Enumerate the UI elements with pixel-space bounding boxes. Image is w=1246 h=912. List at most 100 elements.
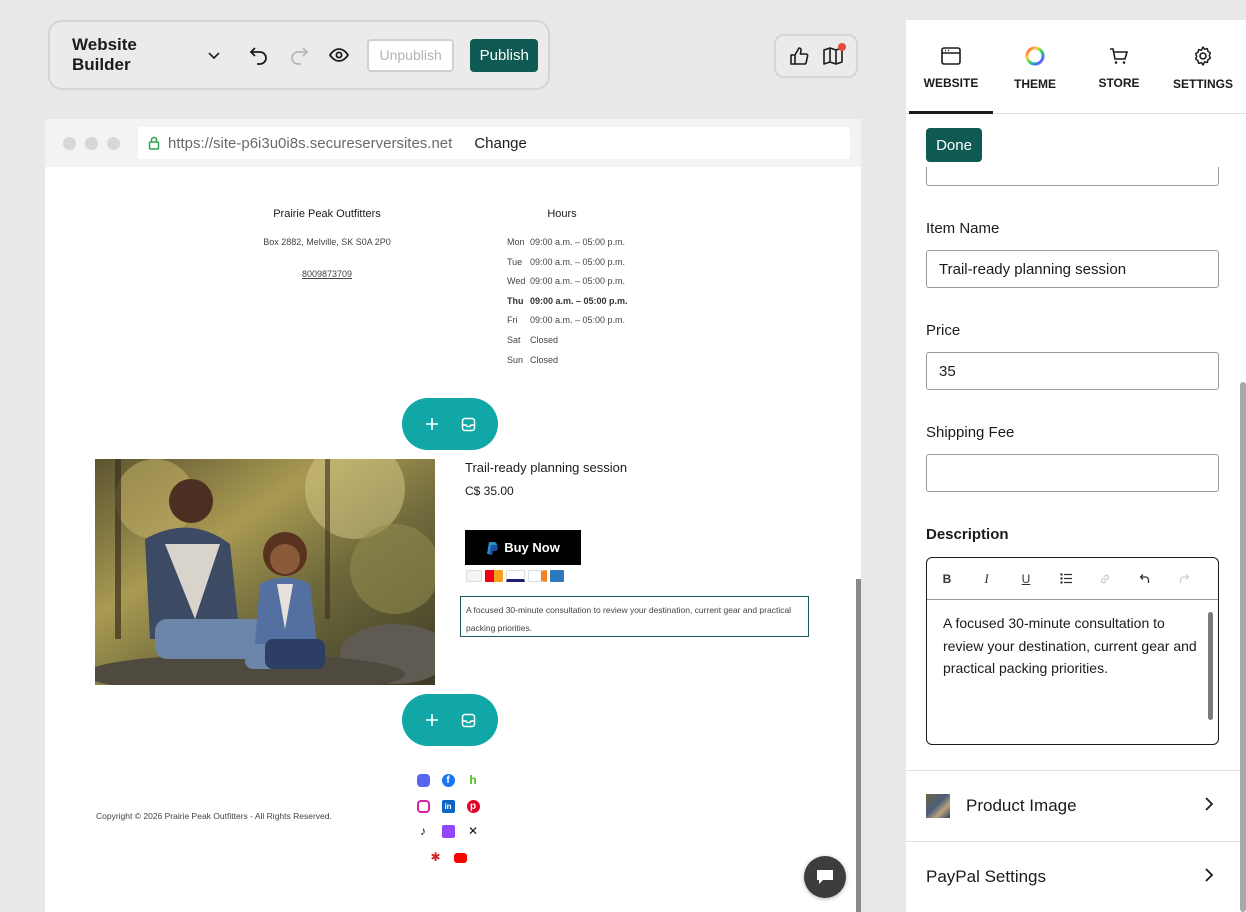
product-image-row[interactable]: Product Image	[906, 770, 1240, 840]
panel-scrollbar[interactable]	[1240, 382, 1246, 912]
hours-row: Tue 09:00 a.m. – 05:00 p.m.	[507, 257, 647, 277]
url-bar: https://site-p6i3u0i8s.secureserversites…	[138, 127, 850, 159]
tab-store[interactable]: STORE	[1077, 20, 1161, 113]
youtube-icon[interactable]	[454, 852, 467, 863]
discord-icon[interactable]	[416, 774, 430, 788]
panel-content: Done Item Name Trail-ready planning sess…	[906, 115, 1246, 912]
yelp-icon[interactable]: ✱	[429, 851, 442, 864]
hours-day: Thu	[507, 295, 524, 306]
hours-title: Hours	[547, 208, 577, 220]
hours-time: 09:00 a.m. – 05:00 p.m.	[530, 315, 626, 326]
redo-icon	[291, 47, 309, 65]
hours-row: Sun Closed	[507, 355, 647, 375]
hours-row: Mon 09:00 a.m. – 05:00 p.m.	[507, 237, 647, 257]
hours-row: Fri 09:00 a.m. – 05:00 p.m.	[507, 315, 647, 335]
bold-button[interactable]: B	[937, 569, 957, 589]
hours-day: Fri	[507, 315, 518, 326]
product-image-label: Product Image	[966, 795, 1077, 815]
list-icon	[1059, 573, 1072, 584]
section-layout-button[interactable]	[455, 411, 481, 437]
chevron-right-icon	[1205, 797, 1214, 811]
linkedin-icon[interactable]: in	[441, 799, 455, 813]
add-section-button[interactable]	[419, 411, 445, 437]
tab-label: STORE	[1098, 75, 1140, 90]
unpublish-button[interactable]: Unpublish	[366, 38, 455, 72]
price-input[interactable]: 35	[926, 352, 1219, 390]
tab-label: WEBSITE	[923, 75, 979, 90]
list-button[interactable]	[1056, 569, 1076, 589]
site-url: https://site-p6i3u0i8s.secureserversites…	[168, 134, 453, 152]
hours-row: Sat Closed	[507, 335, 647, 355]
product-price: C$ 35.00	[465, 484, 514, 498]
brand-label: Website Builder	[72, 35, 137, 74]
description-label: Description	[926, 526, 1009, 543]
site-map-button[interactable]	[821, 43, 846, 68]
website-builder-menu[interactable]: Website Builder	[72, 35, 221, 75]
preview-button[interactable]	[327, 43, 351, 67]
section-icon	[461, 417, 475, 431]
publish-button[interactable]: Publish	[470, 38, 538, 72]
x-icon[interactable]: ✕	[467, 825, 480, 838]
tiktok-icon[interactable]: ♪	[417, 825, 430, 838]
product-description[interactable]: A focused 30-minute consultation to revi…	[460, 596, 809, 637]
gear-icon	[1194, 45, 1212, 66]
product-title: Trail-ready planning session	[465, 460, 628, 475]
eye-icon	[328, 48, 349, 62]
change-domain-link[interactable]: Change	[474, 135, 527, 152]
redo-button[interactable]	[287, 43, 311, 67]
business-address: Box 2882, Melville, SK S0A 2P0	[263, 237, 391, 247]
italic-button[interactable]: I	[977, 569, 997, 589]
paypal-settings-row[interactable]: PayPal Settings	[906, 841, 1240, 911]
instagram-icon[interactable]	[416, 799, 430, 813]
browser-bar: https://site-p6i3u0i8s.secureserversites…	[45, 119, 861, 167]
undo-text-button[interactable]	[1135, 569, 1155, 589]
link-icon	[1100, 574, 1110, 583]
section-icon	[461, 713, 475, 727]
business-phone-link[interactable]: 8009873709	[225, 269, 429, 279]
done-button[interactable]: Done	[926, 128, 982, 162]
editor-scrollbar[interactable]	[1208, 612, 1213, 720]
discover-icon	[528, 570, 547, 582]
tab-label: THEME	[1014, 76, 1056, 91]
add-section-button[interactable]	[419, 707, 445, 733]
shipping-fee-label: Shipping Fee	[926, 424, 1015, 441]
pinterest-icon[interactable]: p	[466, 799, 480, 813]
visa-icon	[506, 570, 525, 582]
twitch-icon[interactable]	[441, 825, 455, 839]
redo-text-button[interactable]	[1174, 569, 1194, 589]
plus-icon	[426, 418, 438, 430]
tab-settings[interactable]: SETTINGS	[1161, 20, 1245, 113]
hours-day: Tue	[507, 256, 523, 267]
paypal-card-icon	[466, 570, 482, 582]
houzz-icon[interactable]: h	[467, 774, 480, 787]
site-canvas: Prairie Peak Outfitters Box 2882, Melvil…	[45, 167, 861, 912]
preview-scrollbar[interactable]	[856, 579, 861, 912]
link-button[interactable]	[1095, 569, 1115, 589]
undo-icon	[249, 47, 268, 65]
product-photo[interactable]	[95, 459, 435, 685]
section-layout-button[interactable]	[455, 707, 481, 733]
tab-theme[interactable]: THEME	[993, 20, 1077, 113]
item-name-input[interactable]: Trail-ready planning session	[926, 250, 1219, 288]
hours-day: Wed	[507, 276, 526, 287]
facebook-icon[interactable]: f	[441, 774, 455, 788]
section-controls-top	[402, 398, 498, 450]
item-name-label: Item Name	[926, 220, 1000, 237]
mastercard-icon	[485, 570, 503, 582]
underline-button[interactable]: U	[1016, 569, 1036, 589]
window-dots	[63, 136, 120, 150]
redo-icon	[1179, 574, 1189, 583]
description-textarea[interactable]: A focused 30-minute consultation to revi…	[927, 600, 1218, 692]
description-editor: B I U A focused 30-minute consultation t…	[926, 557, 1219, 745]
hours-day: Sat	[507, 334, 521, 345]
business-info: Prairie Peak Outfitters Box 2882, Melvil…	[225, 208, 429, 279]
tab-website[interactable]: WEBSITE	[909, 20, 993, 114]
buy-now-button[interactable]: Buy Now	[465, 530, 581, 565]
business-name: Prairie Peak Outfitters	[273, 208, 381, 220]
feedback-button[interactable]	[787, 44, 811, 68]
chat-button[interactable]	[804, 856, 846, 898]
editor-panel: WEBSITE THEME STORE SETTINGS Done Item N…	[906, 20, 1246, 912]
shipping-fee-input[interactable]	[926, 454, 1219, 492]
previous-field[interactable]	[926, 167, 1219, 186]
undo-button[interactable]	[247, 43, 271, 67]
